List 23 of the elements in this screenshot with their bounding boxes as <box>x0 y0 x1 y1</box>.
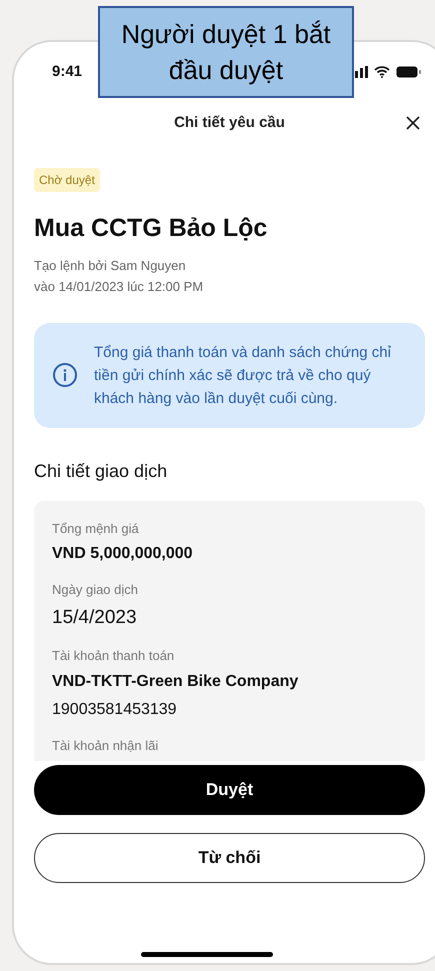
created-at: vào 14/01/2023 lúc 12:00 PM <box>34 278 204 296</box>
close-icon <box>405 115 421 131</box>
section-title: Chi tiết giao dịch <box>34 460 168 483</box>
request-title: Mua CCTG Bảo Lộc <box>34 213 268 244</box>
field-label: Tài khoản nhận lãi <box>52 736 160 754</box>
wifi-icon <box>374 66 390 78</box>
status-badge: Chờ duyệt <box>34 168 100 192</box>
status-time: 9:41 <box>52 62 82 82</box>
info-icon <box>52 362 78 388</box>
reject-button[interactable]: Từ chối <box>34 833 425 883</box>
account-number: 19003581453139 <box>52 700 178 720</box>
battery-icon <box>396 66 421 78</box>
info-text: Tổng giá thanh toán và danh sách chứng chỉ tiền gửi chính xác sẽ được trả về cho quý khách hàng vào lần duyệt cuối cùng. <box>94 342 392 408</box>
field-value: 15/4/2023 <box>52 606 138 630</box>
field-label: Tài khoản thanh toán <box>52 647 176 665</box>
annotation-callout: Người duyệt 1 bắt đầu duyệt <box>98 6 354 98</box>
approve-button[interactable]: Duyệt <box>34 765 425 815</box>
field-value: VND-TKTT-Green Bike Company <box>52 672 300 692</box>
field-label: Ngày giao dịch <box>52 581 139 599</box>
created-by: Tạo lệnh bởi Sam Nguyen <box>34 256 187 275</box>
field-value: VND 5,000,000,000 <box>52 544 194 564</box>
screen-title: Chi tiết yêu cầu <box>174 112 285 133</box>
field-label: Tổng mệnh giá <box>52 520 140 538</box>
